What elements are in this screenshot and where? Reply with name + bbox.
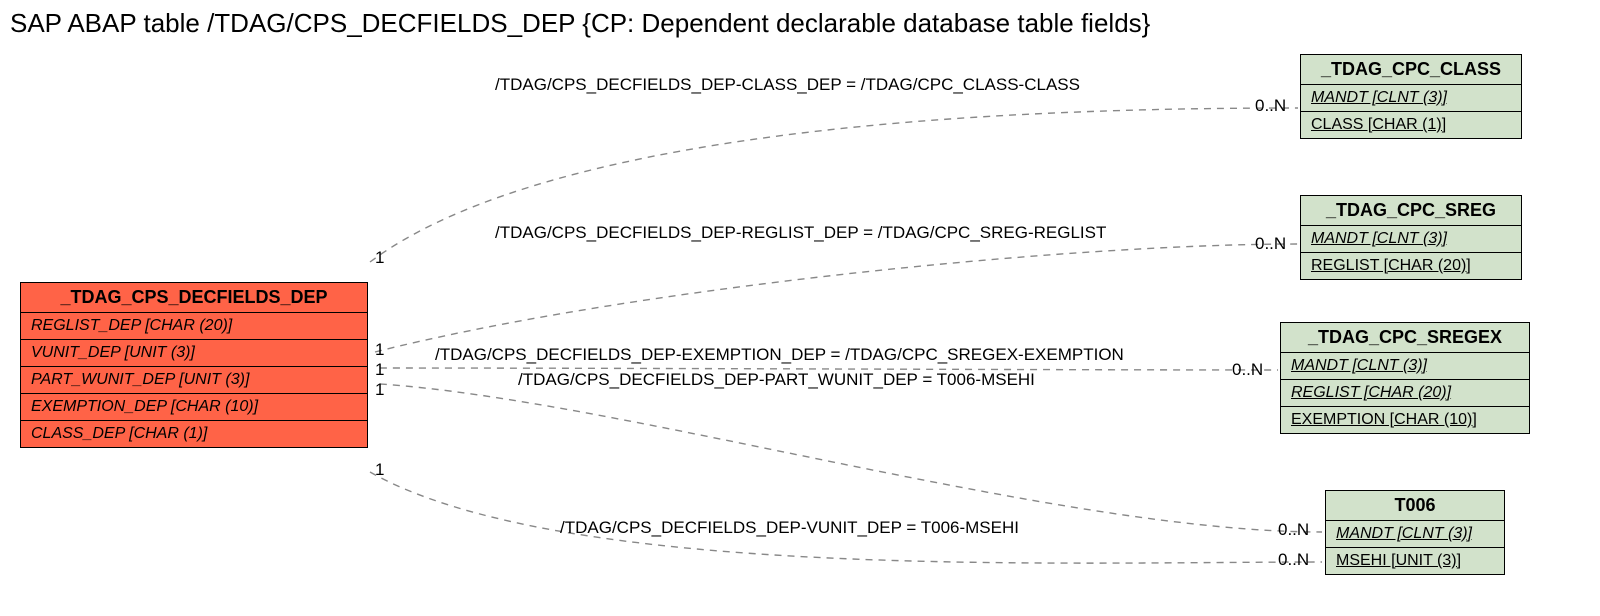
entity-t006-field: MSEHI [UNIT (3)]: [1326, 548, 1504, 574]
cardinality-one: 1: [375, 380, 384, 400]
entity-class: _TDAG_CPC_CLASS MANDT [CLNT (3)] CLASS […: [1300, 54, 1522, 139]
entity-main-field: VUNIT_DEP [UNIT (3)]: [21, 340, 367, 367]
entity-sregex-field: MANDT [CLNT (3)]: [1281, 353, 1529, 380]
entity-t006-field: MANDT [CLNT (3)]: [1326, 521, 1504, 548]
entity-class-field: CLASS [CHAR (1)]: [1301, 112, 1521, 138]
cardinality-many: 0..N: [1232, 360, 1263, 380]
entity-main-title: _TDAG_CPS_DECFIELDS_DEP: [21, 283, 367, 313]
entity-sregex: _TDAG_CPC_SREGEX MANDT [CLNT (3)] REGLIS…: [1280, 322, 1530, 434]
entity-t006-title: T006: [1326, 491, 1504, 521]
relation-label: /TDAG/CPS_DECFIELDS_DEP-PART_WUNIT_DEP =…: [518, 370, 1035, 390]
entity-main-field: REGLIST_DEP [CHAR (20)]: [21, 313, 367, 340]
cardinality-many: 0..N: [1278, 550, 1309, 570]
entity-t006: T006 MANDT [CLNT (3)] MSEHI [UNIT (3)]: [1325, 490, 1505, 575]
cardinality-many: 0..N: [1255, 96, 1286, 116]
cardinality-one: 1: [375, 360, 384, 380]
entity-sreg-title: _TDAG_CPC_SREG: [1301, 196, 1521, 226]
entity-class-field: MANDT [CLNT (3)]: [1301, 85, 1521, 112]
cardinality-one: 1: [375, 340, 384, 360]
relation-label: /TDAG/CPS_DECFIELDS_DEP-CLASS_DEP = /TDA…: [495, 75, 1080, 95]
entity-sregex-field: REGLIST [CHAR (20)]: [1281, 380, 1529, 407]
cardinality-many: 0..N: [1278, 520, 1309, 540]
entity-main-field: EXEMPTION_DEP [CHAR (10)]: [21, 394, 367, 421]
entity-main: _TDAG_CPS_DECFIELDS_DEP REGLIST_DEP [CHA…: [20, 282, 368, 448]
relation-label: /TDAG/CPS_DECFIELDS_DEP-VUNIT_DEP = T006…: [560, 518, 1019, 538]
entity-sreg-field: MANDT [CLNT (3)]: [1301, 226, 1521, 253]
entity-sregex-title: _TDAG_CPC_SREGEX: [1281, 323, 1529, 353]
page-title: SAP ABAP table /TDAG/CPS_DECFIELDS_DEP {…: [10, 8, 1150, 39]
relation-label: /TDAG/CPS_DECFIELDS_DEP-REGLIST_DEP = /T…: [495, 223, 1106, 243]
entity-sreg-field: REGLIST [CHAR (20)]: [1301, 253, 1521, 279]
entity-main-field: CLASS_DEP [CHAR (1)]: [21, 421, 367, 447]
cardinality-one: 1: [375, 460, 384, 480]
cardinality-many: 0..N: [1255, 234, 1286, 254]
entity-main-field: PART_WUNIT_DEP [UNIT (3)]: [21, 367, 367, 394]
relation-label: /TDAG/CPS_DECFIELDS_DEP-EXEMPTION_DEP = …: [435, 345, 1124, 365]
entity-sregex-field: EXEMPTION [CHAR (10)]: [1281, 407, 1529, 433]
cardinality-one: 1: [375, 248, 384, 268]
entity-sreg: _TDAG_CPC_SREG MANDT [CLNT (3)] REGLIST …: [1300, 195, 1522, 280]
entity-class-title: _TDAG_CPC_CLASS: [1301, 55, 1521, 85]
